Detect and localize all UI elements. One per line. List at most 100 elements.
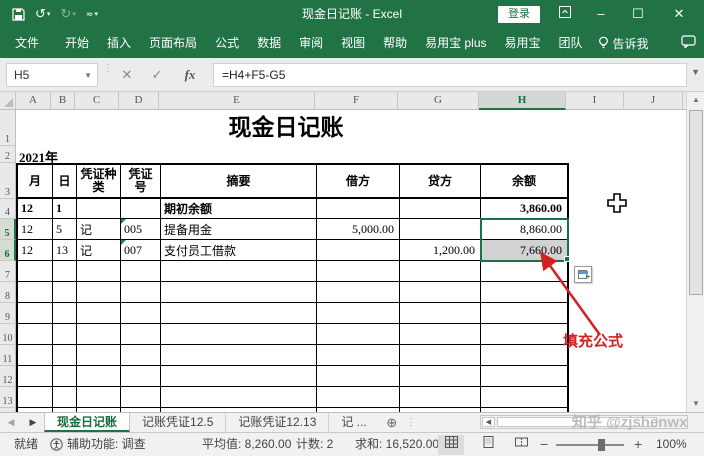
row-header-8[interactable]: 8 — [0, 282, 16, 303]
empty-cell[interactable] — [317, 366, 400, 387]
empty-cell[interactable] — [317, 261, 400, 282]
empty-cell[interactable] — [121, 324, 161, 345]
col-header-g[interactable]: G — [398, 92, 479, 110]
scroll-down-icon[interactable]: ▼ — [688, 396, 704, 412]
empty-cell[interactable] — [77, 303, 121, 324]
cell-g4[interactable] — [400, 199, 481, 219]
row-header-7[interactable]: 7 — [0, 261, 16, 282]
empty-cell[interactable] — [53, 345, 77, 366]
empty-cell[interactable] — [18, 282, 53, 303]
hdr-voucher-type[interactable]: 凭证种类 — [77, 165, 121, 199]
empty-cell[interactable] — [121, 387, 161, 408]
zoom-out-icon[interactable]: − — [540, 433, 548, 456]
empty-cell[interactable] — [121, 345, 161, 366]
cell-g6[interactable]: 1,200.00 — [400, 240, 481, 261]
cell-h6-selected[interactable]: 7,660.00 — [481, 240, 567, 261]
empty-cell[interactable] — [481, 282, 567, 303]
tab-page-layout[interactable]: 页面布局 — [140, 28, 206, 58]
empty-cell[interactable] — [317, 345, 400, 366]
empty-cell[interactable] — [53, 261, 77, 282]
hdr-month[interactable]: 月 — [18, 165, 53, 199]
cancel-icon[interactable]: ✕ — [115, 63, 139, 87]
empty-cell[interactable] — [317, 303, 400, 324]
tab-yyb-plus[interactable]: 易用宝 plus — [416, 28, 495, 58]
name-box[interactable]: H5 ▼ — [6, 63, 98, 87]
empty-cell[interactable] — [400, 345, 481, 366]
page-layout-view-icon[interactable] — [475, 435, 501, 455]
empty-cell[interactable] — [481, 324, 567, 345]
cell-e6[interactable]: 支付员工借款 — [161, 240, 317, 261]
tab-data[interactable]: 数据 — [248, 28, 290, 58]
empty-cell[interactable] — [18, 345, 53, 366]
page-break-view-icon[interactable] — [508, 435, 534, 455]
cell-e5[interactable]: 提备用金 — [161, 219, 317, 240]
tab-formulas[interactable]: 公式 — [206, 28, 248, 58]
empty-cell[interactable] — [400, 282, 481, 303]
empty-cell[interactable] — [121, 303, 161, 324]
sheet-title-cell[interactable]: 现金日记账 — [16, 110, 556, 146]
cell-c5[interactable]: 记 — [77, 219, 121, 240]
row-header-12[interactable]: 12 — [0, 366, 16, 387]
tab-team[interactable]: 团队 — [550, 28, 592, 58]
cell-h4[interactable]: 3,860.00 — [481, 199, 567, 219]
row-header-3[interactable]: 3 — [0, 163, 16, 199]
empty-cell[interactable] — [481, 303, 567, 324]
col-header-f[interactable]: F — [315, 92, 398, 110]
cell-g5[interactable] — [400, 219, 481, 240]
cell-a6[interactable]: 12 — [18, 240, 53, 261]
empty-cell[interactable] — [317, 324, 400, 345]
sheet-tab-voucher-12-5[interactable]: 记账凭证12.5 — [130, 413, 226, 432]
empty-cell[interactable] — [481, 387, 567, 408]
cell-d4[interactable] — [121, 199, 161, 219]
hdr-voucher-no[interactable]: 凭证号 — [121, 165, 161, 199]
empty-cell[interactable] — [161, 261, 317, 282]
expand-formula-bar-icon[interactable]: ▼ — [691, 67, 700, 77]
scroll-up-icon[interactable]: ▲ — [688, 92, 704, 108]
col-header-d[interactable]: D — [119, 92, 159, 110]
row-header-11[interactable]: 11 — [0, 345, 16, 366]
hdr-summary[interactable]: 摘要 — [161, 165, 317, 199]
cell-d5[interactable]: 005 — [121, 219, 161, 240]
tab-help[interactable]: 帮助 — [374, 28, 416, 58]
empty-cell[interactable] — [161, 345, 317, 366]
empty-cell[interactable] — [121, 366, 161, 387]
empty-cell[interactable] — [77, 387, 121, 408]
empty-cell[interactable] — [481, 261, 567, 282]
vertical-scrollbar[interactable]: ▲ ▼ — [686, 92, 704, 412]
empty-cell[interactable] — [53, 282, 77, 303]
cell-h5-active[interactable]: 8,860.00 — [481, 219, 567, 240]
empty-cell[interactable] — [161, 387, 317, 408]
empty-cell[interactable] — [53, 366, 77, 387]
hdr-credit[interactable]: 贷方 — [400, 165, 481, 199]
empty-cell[interactable] — [400, 324, 481, 345]
empty-cell[interactable] — [481, 366, 567, 387]
zoom-level[interactable]: 100% — [656, 433, 687, 456]
enter-icon[interactable]: ✓ — [145, 63, 169, 87]
tab-view[interactable]: 视图 — [332, 28, 374, 58]
cell-b4[interactable]: 1 — [53, 199, 77, 219]
hdr-day[interactable]: 日 — [53, 165, 77, 199]
cell-b6[interactable]: 13 — [53, 240, 77, 261]
cell-a5[interactable]: 12 — [18, 219, 53, 240]
cell-e4[interactable]: 期初余额 — [161, 199, 317, 219]
zoom-slider-thumb[interactable] — [598, 439, 605, 451]
sheet-tab-cash-journal[interactable]: 现金日记账 — [44, 413, 130, 432]
row-header-5[interactable]: 5 — [0, 219, 16, 240]
cell-b5[interactable]: 5 — [53, 219, 77, 240]
empty-cell[interactable] — [317, 387, 400, 408]
tab-insert[interactable]: 插入 — [98, 28, 140, 58]
select-all-button[interactable] — [0, 92, 16, 109]
col-header-c[interactable]: C — [75, 92, 119, 110]
insert-function-icon[interactable]: fx — [178, 63, 202, 87]
empty-cell[interactable] — [161, 282, 317, 303]
empty-cell[interactable] — [77, 282, 121, 303]
next-sheet-icon[interactable]: ▶ — [22, 413, 44, 432]
empty-cell[interactable] — [18, 324, 53, 345]
tell-me-box[interactable]: 告诉我 — [592, 35, 655, 52]
empty-cell[interactable] — [400, 366, 481, 387]
col-header-i[interactable]: I — [566, 92, 624, 110]
empty-cell[interactable] — [18, 303, 53, 324]
cell-a4[interactable]: 12 — [18, 199, 53, 219]
tabbar-splitter[interactable]: ⋮ — [405, 413, 417, 432]
col-header-j[interactable]: J — [624, 92, 683, 110]
